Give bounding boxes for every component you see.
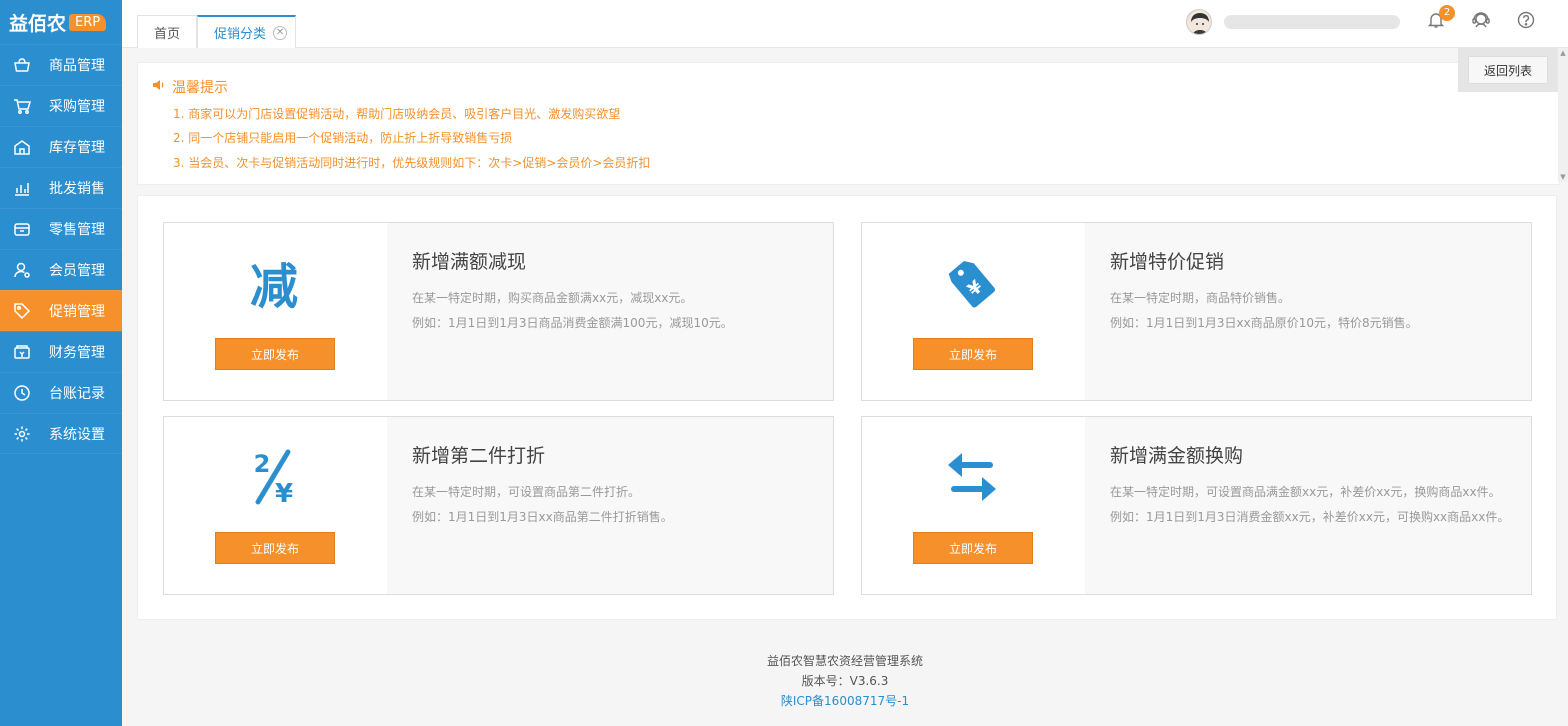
main-content: 温馨提示 1. 商家可以为门店设置促销活动，帮助门店吸纳会员、吸引客户目光、激发… (122, 48, 1568, 726)
close-icon[interactable]: ✕ (273, 25, 288, 40)
back-button-container: 返回列表 (1458, 48, 1558, 92)
card-left: ¥ 立即发布 (862, 223, 1085, 400)
publish-button[interactable]: 立即发布 (215, 532, 335, 564)
sidebar-item-inventory[interactable]: 库存管理 (0, 126, 122, 167)
gear-icon (12, 424, 32, 444)
logo-badge: ERP (69, 13, 107, 31)
scrollbar[interactable]: ▲ ▼ (1558, 48, 1568, 182)
card-example: 例如：1月1日到1月3日消费金额xx元，补差价xx元，可换购xx商品xx件。 (1110, 510, 1510, 524)
basket-icon (12, 55, 32, 75)
sidebar-item-label: 会员管理 (49, 263, 105, 279)
scroll-up-icon[interactable]: ▲ (1558, 48, 1568, 58)
card-left: 立即发布 (862, 417, 1085, 594)
sidebar-item-finance[interactable]: 财务管理 (0, 331, 122, 372)
customer-service-button[interactable] (1459, 0, 1503, 44)
publish-button[interactable]: 立即发布 (913, 338, 1033, 370)
notice-line: 1. 商家可以为门店设置促销活动，帮助门店吸纳会员、吸引客户目光、激发购买欲望 (173, 107, 621, 121)
sidebar-item-label: 采购管理 (49, 99, 105, 115)
sidebar-item-label: 系统设置 (49, 426, 105, 443)
sidebar-item-ledger[interactable]: 台账记录 (0, 372, 122, 413)
user-name-redacted (1224, 15, 1400, 29)
price-tag-icon: ¥ (942, 253, 1002, 313)
notice-title: 温馨提示 (152, 77, 228, 97)
card-desc: 在某一特定时期，商品特价销售。 (1110, 291, 1291, 305)
tab-home[interactable]: 首页 (137, 15, 198, 48)
promotion-type-panel: 减 立即发布 新增满额减现 在某一特定时期，购买商品金额满xx元，减现xx元。 … (137, 195, 1557, 620)
sidebar: 益佰农 ERP 商品管理 采购管理 库存管理 批发销售 零售管理 会员管理 促销… (0, 0, 122, 726)
back-to-list-button[interactable]: 返回列表 (1468, 56, 1548, 84)
notice-title-text: 温馨提示 (172, 80, 228, 96)
publish-button[interactable]: 立即发布 (913, 532, 1033, 564)
tab-label: 促销分类 (214, 27, 267, 42)
sidebar-item-settings[interactable]: 系统设置 (0, 413, 122, 454)
scroll-down-icon[interactable]: ▼ (1558, 172, 1568, 182)
reduce-icon: 减 (244, 253, 304, 313)
sidebar-item-purchase[interactable]: 采购管理 (0, 85, 122, 126)
svg-text:¥: ¥ (275, 479, 293, 506)
tips-notice: 温馨提示 1. 商家可以为门店设置促销活动，帮助门店吸纳会员、吸引客户目光、激发… (137, 62, 1560, 185)
sidebar-item-wholesale[interactable]: 批发销售 (0, 167, 122, 208)
help-button[interactable] (1504, 0, 1548, 44)
footer-system-name: 益佰农智慧农资经营管理系统 (766, 654, 923, 668)
help-icon (1517, 11, 1535, 33)
svg-text:减: 减 (250, 259, 298, 310)
sidebar-item-label: 商品管理 (49, 58, 105, 74)
sidebar-item-label: 财务管理 (49, 345, 105, 361)
card-title: 新增第二件打折 (412, 445, 546, 467)
member-icon (12, 260, 32, 280)
notification-badge: 2 (1439, 5, 1455, 21)
tab-promotion-category[interactable]: 促销分类 ✕ (197, 15, 297, 48)
card-title: 新增满额减现 (412, 251, 527, 273)
user-area: 2 (1186, 0, 1568, 44)
speaker-icon (152, 78, 166, 96)
card-desc: 在某一特定时期，购买商品金额满xx元，减现xx元。 (412, 291, 693, 305)
finance-icon (12, 342, 32, 362)
sidebar-item-label: 库存管理 (49, 140, 105, 156)
tag-icon (12, 301, 32, 321)
notification-button[interactable]: 2 (1414, 0, 1458, 44)
card-left: 2 ¥ 立即发布 (164, 417, 387, 594)
sidebar-item-label: 台账记录 (49, 386, 105, 402)
footer: 益佰农智慧农资经营管理系统 版本号：V3.6.3 陕ICP备16008717号-… (122, 651, 1568, 711)
card-example: 例如：1月1日到1月3日xx商品原价10元，特价8元销售。 (1110, 316, 1418, 330)
sidebar-item-promotion[interactable]: 促销管理 (0, 290, 122, 331)
card-left: 减 立即发布 (164, 223, 387, 400)
publish-button[interactable]: 立即发布 (215, 338, 335, 370)
sidebar-item-member[interactable]: 会员管理 (0, 249, 122, 290)
footer-icp-link[interactable]: 陕ICP备16008717号-1 (122, 691, 1568, 711)
warehouse-icon (12, 137, 32, 157)
notice-line: 2. 同一个店铺只能启用一个促销活动，防止折上折导致销售亏损 (173, 131, 513, 145)
sidebar-item-retail[interactable]: 零售管理 (0, 208, 122, 249)
tab-label: 首页 (154, 26, 181, 42)
promo-card-full-reduction: 减 立即发布 新增满额减现 在某一特定时期，购买商品金额满xx元，减现xx元。 … (163, 222, 834, 401)
tab-bar: 首页 促销分类 ✕ (137, 15, 297, 48)
chart-icon (12, 178, 32, 198)
notice-line: 3. 当会员、次卡与促销活动同时进行时，优先级规则如下：次卡>促销>会员价>会员… (173, 156, 651, 170)
discount-icon: 2 ¥ (244, 447, 304, 507)
card-example: 例如：1月1日到1月3日xx商品第二件打折销售。 (412, 510, 673, 524)
headset-icon (1471, 10, 1491, 34)
sidebar-item-goods[interactable]: 商品管理 (0, 44, 122, 85)
card-title: 新增满金额换购 (1110, 445, 1244, 467)
top-bar: 首页 促销分类 ✕ 2 (122, 0, 1568, 48)
sidebar-item-label: 促销管理 (49, 304, 105, 320)
sidebar-item-label: 零售管理 (49, 222, 105, 238)
clock-icon (12, 383, 32, 403)
promo-card-second-item-discount: 2 ¥ 立即发布 新增第二件打折 在某一特定时期，可设置商品第二件打折。 例如：… (163, 416, 834, 595)
promo-card-special-price: ¥ 立即发布 新增特价促销 在某一特定时期，商品特价销售。 例如：1月1日到1月… (861, 222, 1532, 401)
promo-card-exchange-purchase: 立即发布 新增满金额换购 在某一特定时期，可设置商品满金额xx元，补差价xx元，… (861, 416, 1532, 595)
footer-version: 版本号：V3.6.3 (801, 674, 889, 688)
logo[interactable]: 益佰农 ERP (0, 0, 122, 44)
card-title: 新增特价促销 (1110, 251, 1225, 273)
card-example: 例如：1月1日到1月3日商品消费金额满100元，减现10元。 (412, 316, 733, 330)
logo-text: 益佰农 (9, 12, 67, 35)
avatar[interactable] (1186, 9, 1212, 35)
svg-text:2: 2 (254, 450, 271, 478)
cart-icon (12, 96, 32, 116)
card-desc: 在某一特定时期，可设置商品第二件打折。 (412, 485, 641, 499)
card-desc: 在某一特定时期，可设置商品满金额xx元，补差价xx元，换购商品xx件。 (1110, 485, 1501, 499)
store-icon (12, 219, 32, 239)
sidebar-item-label: 批发销售 (49, 181, 105, 197)
exchange-icon (942, 447, 1002, 507)
